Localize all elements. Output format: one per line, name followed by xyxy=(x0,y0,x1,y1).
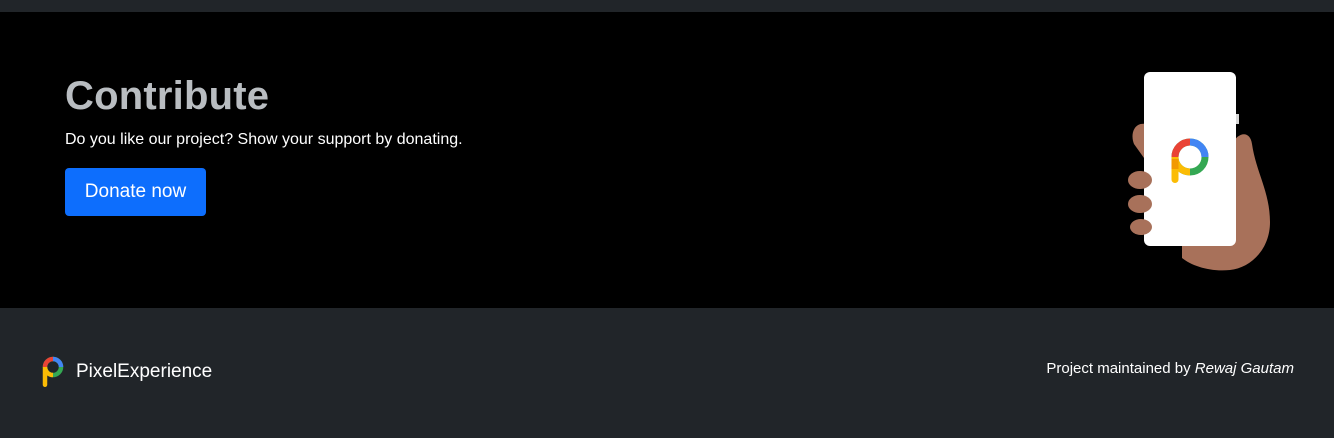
brand-name: PixelExperience xyxy=(76,361,213,382)
maintained-by-text: Project maintained by Rewaj Gautam xyxy=(1046,360,1294,377)
pixelexperience-logo-icon xyxy=(42,356,64,387)
footer-brand[interactable]: PixelExperience xyxy=(40,356,212,388)
maintainer-link[interactable]: Rewaj Gautam xyxy=(1195,360,1294,377)
contribute-section: Contribute Do you like our project? Show… xyxy=(0,12,1334,308)
donate-button[interactable]: Donate now xyxy=(65,168,206,216)
site-footer: PixelExperience Project maintained by Re… xyxy=(0,308,1334,438)
maintained-prefix: Project maintained by xyxy=(1046,360,1191,377)
page-title: Contribute xyxy=(65,74,270,118)
contribute-subtitle: Do you like our project? Show your suppo… xyxy=(65,131,463,148)
hand-holding-phone-icon xyxy=(1128,72,1270,271)
top-strip xyxy=(0,0,1334,12)
